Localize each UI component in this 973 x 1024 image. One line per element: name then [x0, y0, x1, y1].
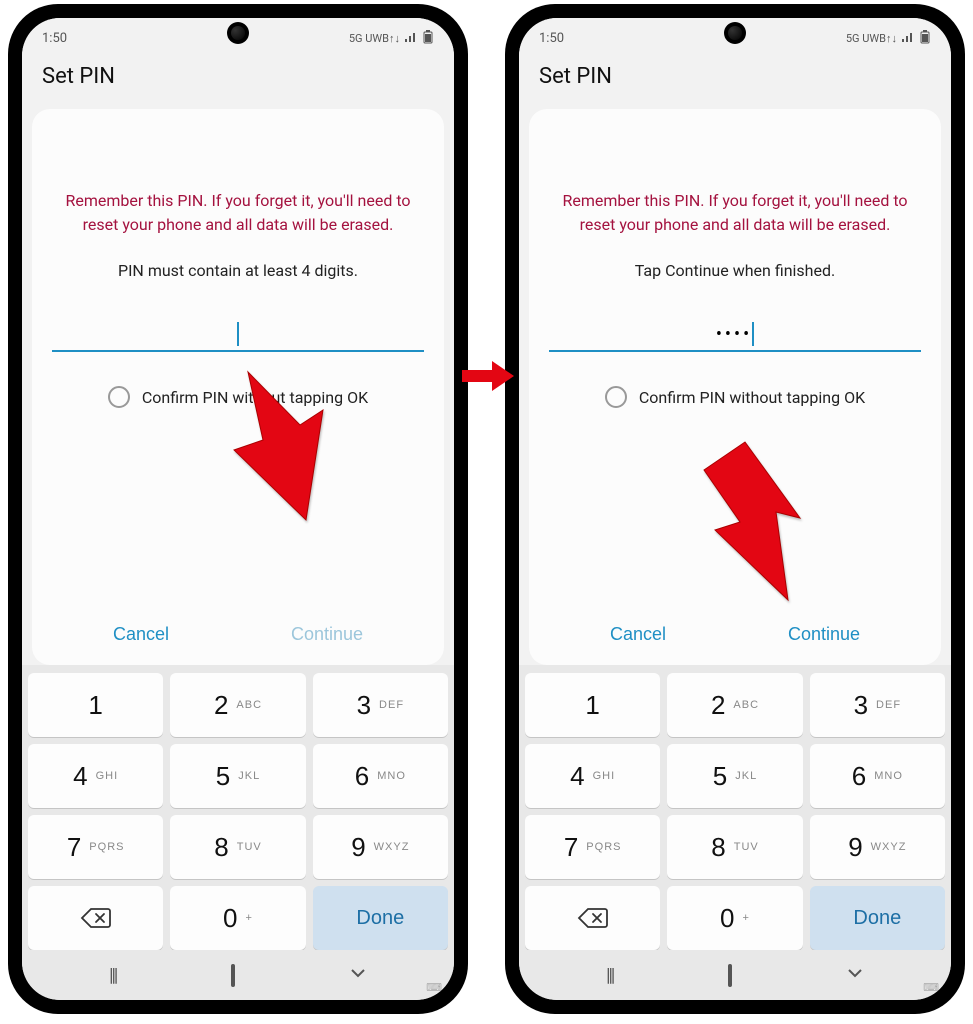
radio-icon[interactable] — [108, 386, 130, 408]
key-6[interactable]: 6MNO — [810, 744, 945, 808]
pin-input[interactable]: •••• — [549, 318, 921, 352]
key-0[interactable]: 0+ — [667, 886, 802, 950]
status-icons: 5G UWB↑↓ — [846, 30, 931, 47]
signal-icon — [404, 31, 418, 46]
page-title: Set PIN — [22, 54, 454, 103]
key-2[interactable]: 2ABC — [170, 673, 305, 737]
home-icon — [231, 964, 235, 987]
network-label: 5G UWB↑↓ — [846, 32, 897, 45]
cancel-button[interactable]: Cancel — [610, 624, 666, 645]
numeric-keypad: 1 2ABC 3DEF 4GHI 5JKL 6MNO 7PQRS 8TUV 9W… — [519, 665, 951, 950]
key-8[interactable]: 8TUV — [170, 815, 305, 879]
nav-recent-button[interactable]: ||| — [109, 965, 116, 986]
key-backspace[interactable] — [28, 886, 163, 950]
key-4[interactable]: 4GHI — [28, 744, 163, 808]
nav-back-button[interactable] — [349, 964, 367, 986]
key-5[interactable]: 5JKL — [667, 744, 802, 808]
cursor-icon — [237, 322, 239, 346]
continue-button[interactable]: Continue — [291, 624, 363, 645]
chevron-down-icon — [349, 964, 367, 982]
keyboard-toggle-icon[interactable]: ⌨ — [426, 981, 442, 994]
key-3[interactable]: 3DEF — [810, 673, 945, 737]
key-4[interactable]: 4GHI — [525, 744, 660, 808]
key-1[interactable]: 1 — [28, 673, 163, 737]
pin-input[interactable] — [52, 318, 424, 352]
hint-text: PIN must contain at least 4 digits. — [52, 261, 424, 280]
backspace-icon — [79, 906, 113, 930]
nav-bar: ||| ⌨ — [22, 950, 454, 1000]
status-time: 1:50 — [42, 31, 67, 46]
pointer-arrow-icon — [700, 440, 820, 610]
cursor-icon — [752, 322, 754, 346]
nav-home-button[interactable] — [728, 966, 732, 985]
network-label: 5G UWB↑↓ — [349, 32, 400, 45]
key-7[interactable]: 7PQRS — [525, 815, 660, 879]
page-title: Set PIN — [519, 54, 951, 103]
radio-icon[interactable] — [605, 386, 627, 408]
battery-icon — [919, 30, 931, 47]
cancel-button[interactable]: Cancel — [113, 624, 169, 645]
keyboard-toggle-icon[interactable]: ⌨ — [923, 981, 939, 994]
key-6[interactable]: 6MNO — [313, 744, 448, 808]
confirm-without-ok[interactable]: Confirm PIN without tapping OK — [549, 386, 921, 408]
warning-text: Remember this PIN. If you forget it, you… — [52, 189, 424, 237]
key-7[interactable]: 7PQRS — [28, 815, 163, 879]
key-backspace[interactable] — [525, 886, 660, 950]
warning-text: Remember this PIN. If you forget it, you… — [549, 189, 921, 237]
continue-button[interactable]: Continue — [788, 624, 860, 645]
home-icon — [728, 964, 732, 987]
key-8[interactable]: 8TUV — [667, 815, 802, 879]
backspace-icon — [576, 906, 610, 930]
camera-hole-icon — [724, 22, 746, 44]
action-row: Cancel Continue — [549, 606, 921, 665]
key-1[interactable]: 1 — [525, 673, 660, 737]
pin-value: •••• — [716, 324, 752, 345]
nav-home-button[interactable] — [231, 966, 235, 985]
status-icons: 5G UWB↑↓ — [349, 30, 434, 47]
step-arrow-icon — [460, 358, 516, 394]
camera-hole-icon — [227, 22, 249, 44]
numeric-keypad: 1 2ABC 3DEF 4GHI 5JKL 6MNO 7PQRS 8TUV 9W… — [22, 665, 454, 950]
confirm-label: Confirm PIN without tapping OK — [639, 388, 865, 407]
action-row: Cancel Continue — [52, 606, 424, 665]
nav-recent-button[interactable]: ||| — [606, 965, 613, 986]
key-9[interactable]: 9WXYZ — [810, 815, 945, 879]
signal-icon — [901, 31, 915, 46]
nav-bar: ||| ⌨ — [519, 950, 951, 1000]
key-2[interactable]: 2ABC — [667, 673, 802, 737]
key-9[interactable]: 9WXYZ — [313, 815, 448, 879]
chevron-down-icon — [846, 964, 864, 982]
nav-back-button[interactable] — [846, 964, 864, 986]
battery-icon — [422, 30, 434, 47]
key-done[interactable]: Done — [313, 886, 448, 950]
key-5[interactable]: 5JKL — [170, 744, 305, 808]
key-done[interactable]: Done — [810, 886, 945, 950]
key-3[interactable]: 3DEF — [313, 673, 448, 737]
pointer-arrow-icon — [228, 370, 338, 530]
status-time: 1:50 — [539, 31, 564, 46]
key-0[interactable]: 0+ — [170, 886, 305, 950]
hint-text: Tap Continue when finished. — [549, 261, 921, 280]
